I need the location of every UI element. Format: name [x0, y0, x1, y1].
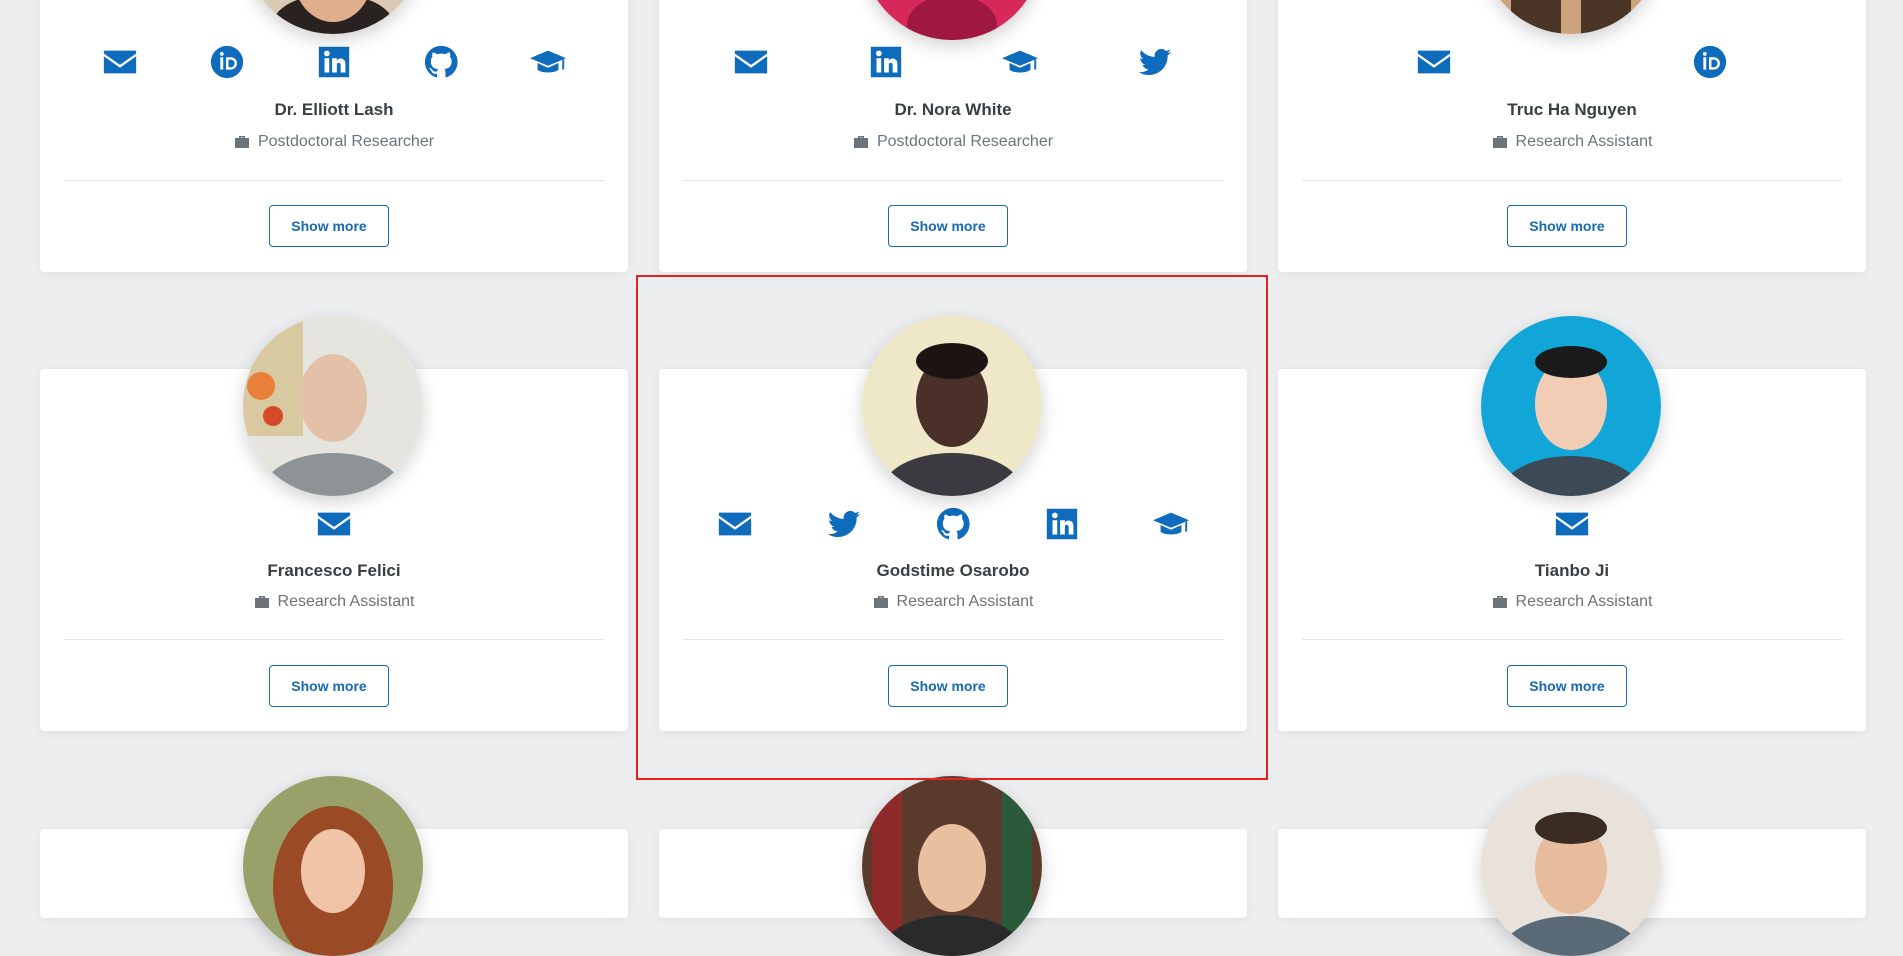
briefcase-icon: [853, 136, 868, 148]
divider: [64, 639, 604, 640]
divider: [64, 180, 604, 181]
member-photo: [1481, 316, 1661, 496]
member-role-label: Postdoctoral Researcher: [876, 133, 1054, 150]
envelope-icon[interactable]: [1414, 42, 1454, 82]
briefcase-icon: [1492, 136, 1507, 148]
envelope-icon[interactable]: [731, 42, 771, 82]
divider: [1302, 639, 1842, 640]
member-role: Postdoctoral Researcher: [659, 133, 1247, 151]
show-more-button[interactable]: Show more: [269, 205, 389, 247]
twitter-icon[interactable]: [1135, 42, 1175, 82]
divider: [683, 180, 1223, 181]
social-links: [659, 40, 1247, 84]
member-name: Truc Ha Nguyen: [1507, 100, 1637, 119]
graduation-cap-icon[interactable]: [1000, 42, 1040, 82]
profile-card: Truc Ha Nguyen Research Assistant Show m…: [1278, 0, 1866, 272]
member-photo: [862, 776, 1042, 956]
linkedin-icon[interactable]: [866, 42, 906, 82]
show-more-button[interactable]: Show more: [1507, 205, 1627, 247]
orcid-icon[interactable]: [1690, 42, 1730, 82]
member-role-label: Postdoctoral Researcher: [257, 133, 435, 150]
social-links: [40, 40, 628, 84]
envelope-icon[interactable]: [100, 42, 140, 82]
divider: [1302, 180, 1842, 181]
show-more-button[interactable]: Show more: [269, 665, 389, 707]
linkedin-icon[interactable]: [314, 42, 354, 82]
show-more-button[interactable]: Show more: [888, 205, 1008, 247]
briefcase-icon: [1492, 596, 1507, 608]
member-photo: [243, 316, 423, 496]
member-name: Francesco Felici: [267, 561, 401, 580]
envelope-icon[interactable]: [314, 504, 354, 544]
social-links: [1278, 40, 1866, 84]
briefcase-icon: [234, 136, 249, 148]
envelope-icon[interactable]: [1552, 504, 1592, 544]
member-role-label: Research Assistant: [1515, 133, 1653, 150]
selection-highlight: [636, 275, 1268, 780]
member-photo: [1481, 776, 1661, 956]
github-icon[interactable]: [421, 42, 461, 82]
member-name: Tianbo Ji: [1534, 561, 1610, 580]
graduation-cap-icon[interactable]: [528, 42, 568, 82]
social-links: [40, 502, 628, 546]
member-photo: [243, 776, 423, 956]
member-name: Dr. Elliott Lash: [274, 100, 394, 119]
member-name: Dr. Nora White: [894, 100, 1012, 119]
member-role: Research Assistant: [40, 593, 628, 611]
profile-card: Dr. Elliott Lash Postdoctoral Researcher…: [40, 0, 628, 272]
member-role-label: Research Assistant: [277, 593, 415, 610]
member-role: Research Assistant: [1278, 133, 1866, 151]
member-role: Postdoctoral Researcher: [40, 133, 628, 151]
member-role-label: Research Assistant: [1515, 593, 1653, 610]
profile-card: Dr. Nora White Postdoctoral Researcher S…: [659, 0, 1247, 272]
member-role: Research Assistant: [1278, 593, 1866, 611]
show-more-button[interactable]: Show more: [1507, 665, 1627, 707]
orcid-icon[interactable]: [207, 42, 247, 82]
social-links: [1278, 502, 1866, 546]
briefcase-icon: [254, 596, 269, 608]
